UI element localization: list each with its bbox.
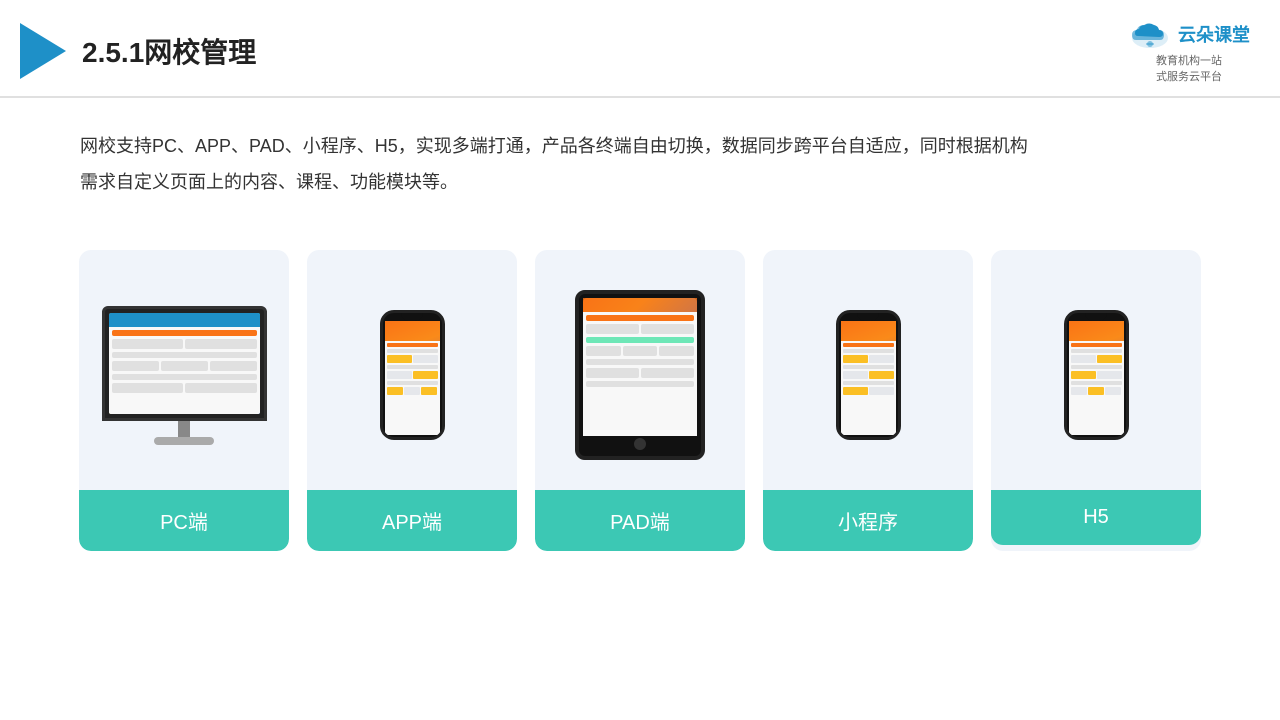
phone-screen-mini: [841, 321, 896, 435]
card-pc: PC端: [79, 250, 289, 551]
monitor-screen: [102, 306, 267, 421]
phone-notch-h5: [1085, 313, 1107, 321]
tablet-mockup: [575, 290, 705, 460]
description-line2: 需求自定义页面上的内容、课程、功能模块等。: [80, 164, 1200, 200]
phone-mockup-app: [380, 310, 445, 440]
phone-notch-mini: [857, 313, 879, 321]
brand-subtitle: 教育机构一站 式服务云平台: [1156, 52, 1222, 84]
phone-screen-h5: [1069, 321, 1124, 435]
card-miniprogram-image: [763, 250, 973, 490]
monitor-mockup: [102, 306, 267, 445]
logo-triangle-icon: [20, 23, 66, 79]
phone-mockup-mini: [836, 310, 901, 440]
phone-screen-app: [385, 321, 440, 435]
card-pc-image: [79, 250, 289, 490]
header: 2.5.1网校管理 云朵课堂 教育机构一站 式服务云平台: [0, 0, 1280, 98]
brand-logo: 云朵课堂 教育机构一站 式服务云平台: [1128, 18, 1250, 84]
card-h5-label: H5: [991, 490, 1201, 545]
card-miniprogram: 小程序: [763, 250, 973, 551]
monitor-base: [154, 437, 214, 445]
monitor-neck: [178, 421, 190, 437]
description-line1: 网校支持PC、APP、PAD、小程序、H5，实现多端打通，产品各终端自由切换，数…: [80, 128, 1200, 164]
cloud-brand-icon: [1128, 18, 1172, 50]
cards-container: PC端: [0, 220, 1280, 581]
cloud-logo-container: 云朵课堂: [1128, 18, 1250, 50]
brand-name: 云朵课堂: [1178, 21, 1250, 47]
card-pad: PAD端: [535, 250, 745, 551]
header-left: 2.5.1网校管理: [20, 23, 256, 79]
card-miniprogram-label: 小程序: [763, 490, 973, 551]
phone-mockup-h5: [1064, 310, 1129, 440]
tablet-home-button: [634, 438, 646, 450]
card-app-image: [307, 250, 517, 490]
description-block: 网校支持PC、APP、PAD、小程序、H5，实现多端打通，产品各终端自由切换，数…: [0, 98, 1280, 210]
monitor-display: [109, 313, 260, 414]
card-app-label: APP端: [307, 490, 517, 551]
card-pad-image: [535, 250, 745, 490]
card-pc-label: PC端: [79, 490, 289, 551]
card-pad-label: PAD端: [535, 490, 745, 551]
page-title: 2.5.1网校管理: [82, 31, 256, 71]
tablet-screen: [583, 298, 697, 436]
card-h5: H5: [991, 250, 1201, 551]
phone-notch: [401, 313, 423, 321]
card-h5-image: [991, 250, 1201, 490]
card-app: APP端: [307, 250, 517, 551]
